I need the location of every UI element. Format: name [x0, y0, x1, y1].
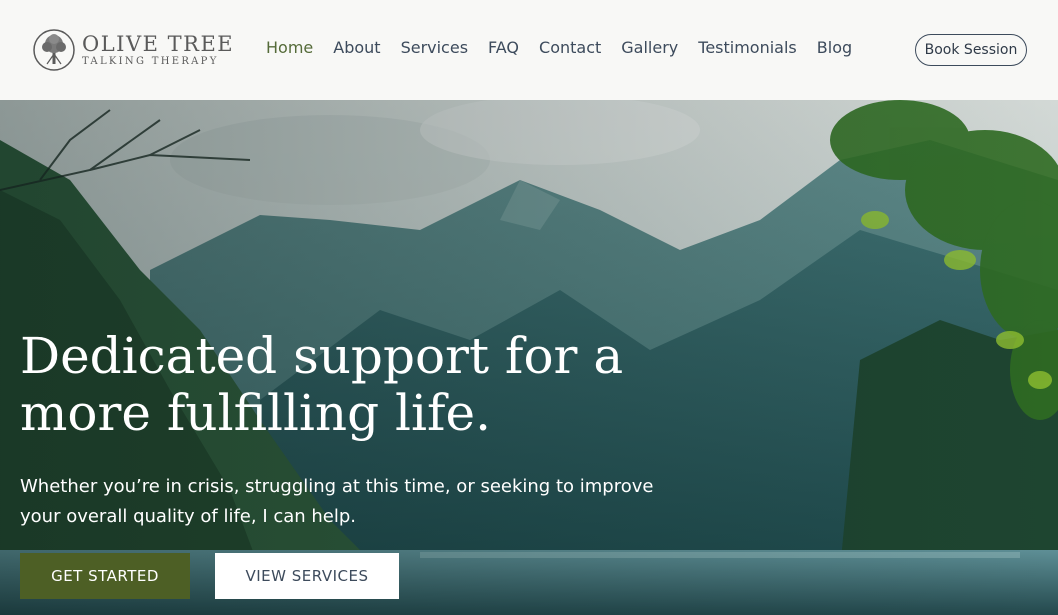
- view-services-button[interactable]: VIEW SERVICES: [215, 553, 399, 599]
- logo[interactable]: OLIVE TREE TALKING THERAPY: [32, 28, 234, 72]
- nav-testimonials[interactable]: Testimonials: [698, 38, 797, 57]
- nav-gallery[interactable]: Gallery: [621, 38, 678, 57]
- main-nav: Home About Services FAQ Contact Gallery …: [266, 38, 872, 57]
- nav-blog[interactable]: Blog: [817, 38, 852, 57]
- nav-services[interactable]: Services: [401, 38, 468, 57]
- hero-headline: Dedicated support for a more fulfilling …: [20, 327, 624, 442]
- site-header: OLIVE TREE TALKING THERAPY Home About Se…: [0, 0, 1058, 100]
- tree-icon: [33, 29, 75, 71]
- brand-name: OLIVE TREE: [82, 31, 235, 56]
- nav-faq[interactable]: FAQ: [488, 38, 519, 57]
- hero-subtext: Whether you’re in crisis, struggling at …: [20, 476, 654, 527]
- hero-section: Dedicated support for a more fulfilling …: [0, 100, 1058, 615]
- nav-contact[interactable]: Contact: [539, 38, 601, 57]
- brand-tagline: TALKING THERAPY: [82, 55, 219, 67]
- nav-home[interactable]: Home: [266, 38, 313, 57]
- get-started-button[interactable]: GET STARTED: [20, 553, 190, 599]
- nav-about[interactable]: About: [333, 38, 380, 57]
- book-session-button[interactable]: Book Session: [915, 34, 1027, 66]
